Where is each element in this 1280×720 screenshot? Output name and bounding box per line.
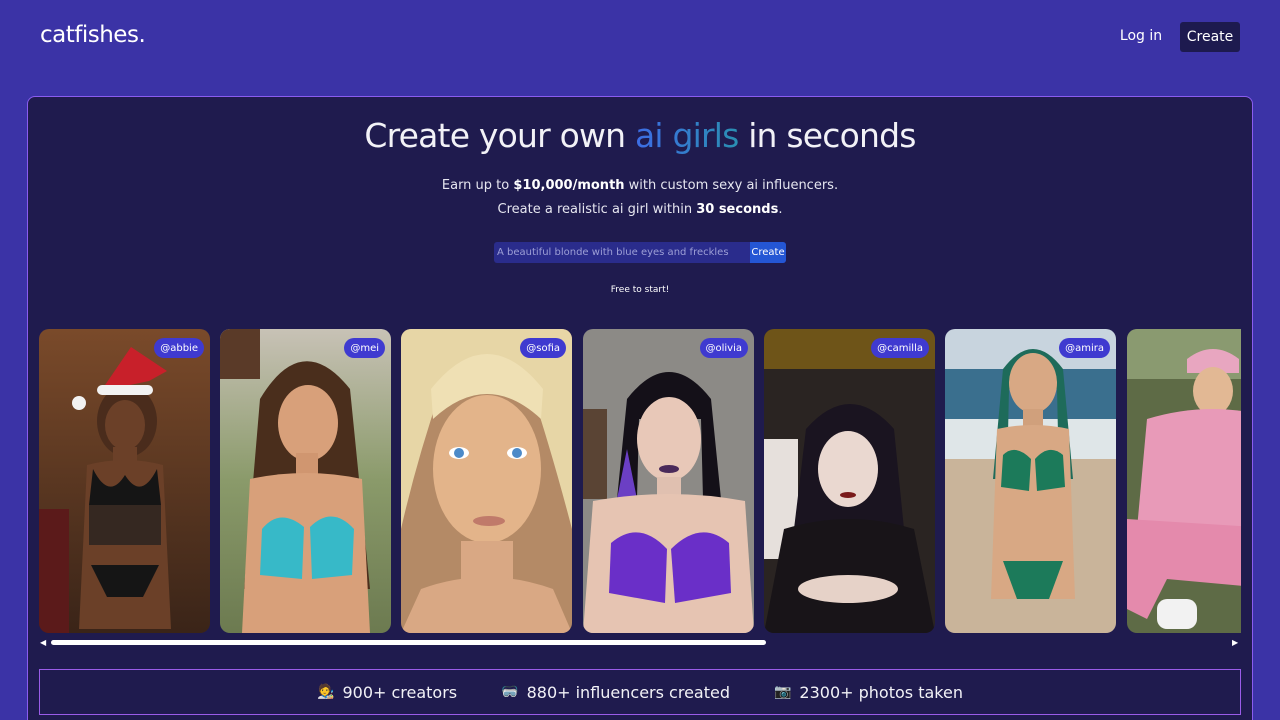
influencer-handle: @abbie <box>154 338 204 358</box>
gallery-scrollbar-thumb[interactable] <box>51 640 766 645</box>
prompt-form: Create <box>494 242 786 263</box>
artist-icon: 🧑‍🎨 <box>317 684 335 700</box>
goggles-icon: 🥽 <box>501 684 519 700</box>
scroll-left-arrow-icon[interactable]: ◀ <box>40 638 48 648</box>
influencer-gallery: @abbie @mei @sofia @olivia @camilla @ami… <box>39 329 1241 633</box>
speed-text-start: Create a realistic ai girl within <box>497 202 697 217</box>
free-to-start-note: Free to start! <box>610 285 670 295</box>
hero-title-highlight: ai girls <box>634 116 739 155</box>
earn-amount: $10,000/month <box>513 178 625 193</box>
hero-subtitle-earn: Earn up to $10,000/month with custom sex… <box>0 178 1280 193</box>
earn-text-end: with custom sexy ai influencers. <box>624 178 839 193</box>
hero-subtitle-speed: Create a realistic ai girl within 30 sec… <box>0 202 1280 217</box>
stat-creators: 🧑‍🎨 900+ creators <box>317 683 457 702</box>
hero-title: Create your own ai girls in seconds <box>0 116 1280 155</box>
stat-label: 2300+ photos taken <box>799 682 963 702</box>
prompt-input[interactable] <box>494 242 750 263</box>
speed-duration: 30 seconds <box>696 202 779 217</box>
gallery-card[interactable] <box>1127 329 1241 633</box>
stat-influencers: 🥽 880+ influencers created <box>501 683 730 702</box>
stats-bar: 🧑‍🎨 900+ creators 🥽 880+ influencers cre… <box>39 669 1241 715</box>
speed-text-end: . <box>778 202 783 217</box>
gallery-card[interactable]: @camilla <box>764 329 935 633</box>
influencer-photo <box>764 329 935 633</box>
stat-label: 900+ creators <box>342 682 458 702</box>
influencer-handle: @amira <box>1059 338 1110 358</box>
influencer-handle: @mei <box>344 338 385 358</box>
scroll-right-arrow-icon[interactable]: ▶ <box>1232 638 1240 648</box>
influencer-handle: @sofia <box>520 338 566 358</box>
earn-text-start: Earn up to <box>441 178 514 193</box>
influencer-photo <box>583 329 754 633</box>
camera-icon: 📷 <box>773 684 792 700</box>
stat-photos: 📷 2300+ photos taken <box>774 683 963 702</box>
hero-title-end: in seconds <box>738 116 916 155</box>
top-navigation: catfishes. Log in Create <box>0 0 1280 76</box>
login-link[interactable]: Log in <box>1112 28 1170 48</box>
hero-title-start: Create your own <box>364 116 635 155</box>
gallery-card[interactable]: @sofia <box>401 329 572 633</box>
prompt-create-button[interactable]: Create <box>750 242 786 263</box>
influencer-photo <box>401 329 572 633</box>
influencer-photo <box>220 329 391 633</box>
influencer-photo <box>945 329 1116 633</box>
influencer-photo <box>1127 329 1241 633</box>
gallery-card[interactable]: @abbie <box>39 329 210 633</box>
influencer-photo <box>39 329 210 633</box>
create-button[interactable]: Create <box>1180 22 1240 52</box>
stat-label: 880+ influencers created <box>526 682 730 702</box>
influencer-handle: @olivia <box>699 338 748 358</box>
gallery-card[interactable]: @olivia <box>583 329 754 633</box>
site-logo[interactable]: catfishes. <box>40 22 146 48</box>
influencer-handle: @camilla <box>871 338 929 358</box>
gallery-card[interactable]: @amira <box>945 329 1116 633</box>
gallery-card[interactable]: @mei <box>220 329 391 633</box>
